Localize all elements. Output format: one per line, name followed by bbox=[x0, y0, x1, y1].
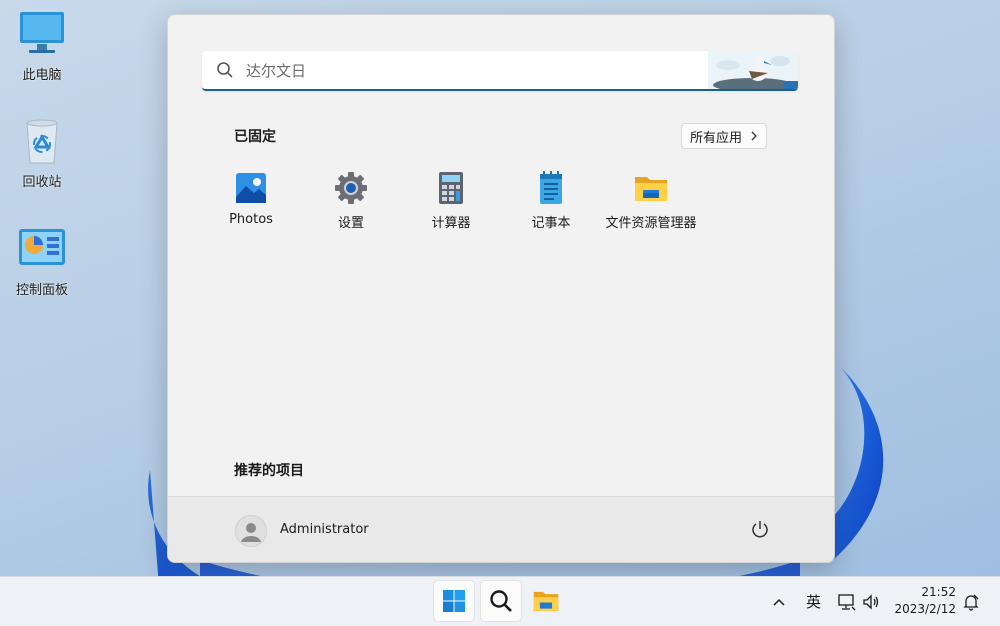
search-box[interactable]: 达尔文日 bbox=[202, 51, 798, 91]
desktop-icon-label: 控制面板 bbox=[15, 283, 68, 298]
file-explorer-icon bbox=[634, 171, 668, 205]
start-menu-footer: Administrator bbox=[168, 496, 834, 562]
app-label: 设置 bbox=[337, 216, 364, 231]
settings-gear-icon bbox=[334, 171, 368, 205]
pinned-app-file-explorer[interactable]: 文件资源管理器 bbox=[601, 171, 701, 231]
notification-bell-icon bbox=[963, 594, 979, 611]
search-highlight-art bbox=[708, 51, 798, 89]
desktop-icon-label: 此电脑 bbox=[22, 68, 62, 83]
network-icon bbox=[838, 593, 856, 610]
user-icon bbox=[241, 523, 261, 542]
clock-date: 2023/2/12 bbox=[894, 602, 956, 616]
search-icon bbox=[490, 590, 512, 612]
app-label: 计算器 bbox=[431, 216, 471, 231]
ime-indicator[interactable]: 英 bbox=[806, 577, 821, 626]
power-icon[interactable] bbox=[750, 519, 770, 539]
notepad-icon bbox=[534, 171, 568, 205]
start-icon bbox=[443, 590, 465, 612]
tray-overflow-button[interactable] bbox=[772, 577, 786, 626]
pinned-app-notepad[interactable]: 记事本 bbox=[501, 171, 601, 231]
search-icon bbox=[217, 62, 233, 78]
chevron-right-icon bbox=[751, 131, 757, 141]
photos-icon bbox=[234, 171, 268, 205]
search-placeholder: 达尔文日 bbox=[246, 62, 307, 80]
desktop-icon-control-panel[interactable]: 控制面板 bbox=[7, 225, 77, 298]
clock-time: 21:52 bbox=[921, 585, 956, 599]
taskbar-file-explorer-button[interactable] bbox=[526, 581, 566, 621]
start-menu: 达尔文日 已固定 所有应用 Photos 设置 计算器 记事本 文件资源管理器 … bbox=[167, 14, 835, 563]
chevron-up-icon bbox=[773, 598, 785, 606]
user-name[interactable]: Administrator bbox=[280, 522, 369, 537]
start-button[interactable] bbox=[434, 581, 474, 621]
tray-network-volume[interactable] bbox=[838, 577, 880, 626]
desktop-icon-recycle-bin[interactable]: 回收站 bbox=[7, 117, 77, 190]
calculator-icon bbox=[434, 171, 468, 205]
taskbar: 英 21:52 2023/2/12 bbox=[0, 576, 1000, 626]
recycle-bin-icon bbox=[17, 117, 67, 165]
pinned-app-photos[interactable]: Photos bbox=[201, 171, 301, 227]
desktop-icon-this-pc[interactable]: 此电脑 bbox=[7, 10, 77, 83]
app-label: Photos bbox=[229, 212, 273, 227]
taskbar-search-button[interactable] bbox=[481, 581, 521, 621]
pinned-title: 已固定 bbox=[234, 129, 276, 145]
recommended-title: 推荐的项目 bbox=[234, 463, 304, 479]
volume-icon bbox=[863, 593, 879, 610]
app-label: 记事本 bbox=[531, 216, 571, 231]
file-explorer-icon bbox=[533, 591, 559, 611]
control-panel-icon bbox=[17, 225, 67, 273]
computer-icon bbox=[17, 10, 67, 58]
app-label: 文件资源管理器 bbox=[605, 216, 697, 231]
all-apps-button[interactable]: 所有应用 bbox=[681, 123, 767, 149]
all-apps-label: 所有应用 bbox=[689, 130, 742, 146]
pinned-app-calculator[interactable]: 计算器 bbox=[401, 171, 501, 231]
desktop-icon-label: 回收站 bbox=[22, 175, 62, 190]
notification-button[interactable] bbox=[962, 577, 980, 626]
user-avatar[interactable] bbox=[235, 515, 267, 547]
pinned-app-settings[interactable]: 设置 bbox=[301, 171, 401, 231]
clock[interactable]: 21:52 2023/2/12 bbox=[894, 584, 956, 618]
